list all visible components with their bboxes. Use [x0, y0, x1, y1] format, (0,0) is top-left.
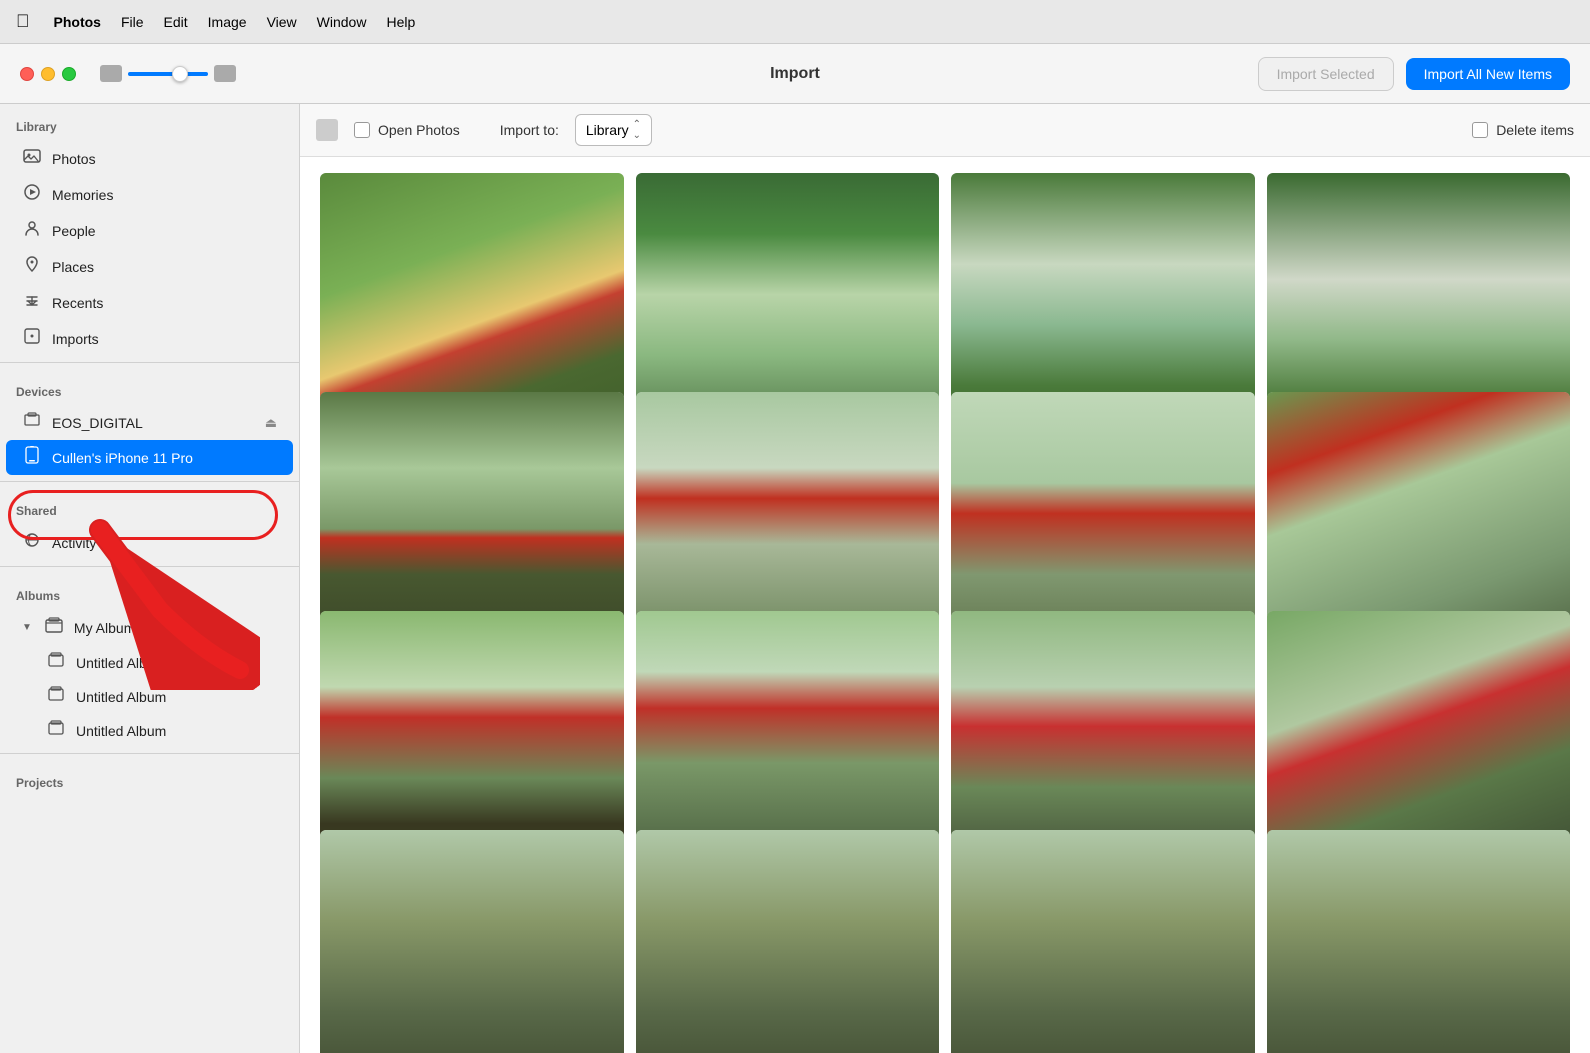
maximize-button[interactable]	[62, 67, 76, 81]
photos-label: Photos	[52, 151, 96, 167]
places-label: Places	[52, 259, 94, 275]
recents-label: Recents	[52, 295, 103, 311]
sidebar-item-photos[interactable]: Photos	[6, 141, 293, 176]
menu-bar:  Photos File Edit Image View Window Hel…	[0, 0, 1590, 44]
iphone-icon	[22, 446, 42, 469]
minimize-button[interactable]	[41, 67, 55, 81]
toolbar: Import Import Selected Import All New It…	[0, 44, 1590, 104]
photo-cell-13[interactable]	[320, 830, 624, 1053]
sidebar-item-album3[interactable]: Untitled Album	[6, 714, 293, 747]
photo-cell-14[interactable]	[636, 830, 940, 1053]
photo-cell-15[interactable]	[951, 830, 1255, 1053]
sidebar-item-album2[interactable]: Untitled Album	[6, 680, 293, 713]
myalbums-icon	[44, 616, 64, 639]
open-photos-label: Open Photos	[378, 122, 460, 138]
toolbar-left	[20, 65, 236, 82]
albums-section-label: Albums	[0, 573, 299, 609]
expand-icon: ▼	[22, 622, 32, 633]
import-bar: Open Photos Import to: Library ⌃⌄ Delete…	[300, 104, 1590, 157]
people-label: People	[52, 223, 96, 239]
divider-4	[0, 753, 299, 754]
activity-label: Activity	[52, 535, 96, 551]
sidebar-item-memories[interactable]: Memories	[6, 177, 293, 212]
imports-label: Imports	[52, 331, 99, 347]
import-all-button[interactable]: Import All New Items	[1406, 58, 1570, 90]
eos-label: EOS_DIGITAL	[52, 415, 143, 431]
open-photos-checkbox[interactable]	[354, 122, 370, 138]
shared-section-label: Shared	[0, 488, 299, 524]
album3-icon	[46, 720, 66, 741]
zoom-slider[interactable]	[128, 72, 208, 76]
activity-icon	[22, 531, 42, 554]
sidebar-item-people[interactable]: People	[6, 213, 293, 248]
apple-logo-icon: 	[16, 11, 30, 32]
toolbar-right: Import Selected Import All New Items	[1258, 57, 1570, 91]
toolbar-title: Import	[770, 65, 820, 83]
eos-icon	[22, 412, 42, 433]
sidebar-item-activity[interactable]: Activity	[6, 525, 293, 560]
zoom-slider-thumb[interactable]	[172, 66, 188, 82]
delete-items-label: Delete items	[1496, 122, 1574, 138]
menu-image[interactable]: Image	[208, 14, 247, 30]
divider-1	[0, 362, 299, 363]
main-layout: Library Photos Memories People Places	[0, 104, 1590, 1053]
sidebar-item-iphone[interactable]: Cullen's iPhone 11 Pro	[6, 440, 293, 475]
window-controls	[20, 67, 76, 81]
divider-2	[0, 481, 299, 482]
import-to-value: Library	[586, 122, 629, 138]
divider-3	[0, 566, 299, 567]
iphone-label: Cullen's iPhone 11 Pro	[52, 450, 193, 466]
sidebar-toggle-area	[100, 65, 236, 82]
sidebar-item-eos[interactable]: EOS_DIGITAL ⏏	[6, 406, 293, 439]
menu-window[interactable]: Window	[317, 14, 367, 30]
menu-file[interactable]: File	[121, 14, 144, 30]
recents-icon	[22, 291, 42, 314]
places-icon	[22, 255, 42, 278]
album1-label: Untitled Album	[76, 655, 166, 671]
sidebar-item-imports[interactable]: Imports	[6, 321, 293, 356]
photo-grid	[300, 157, 1590, 1053]
sidebar-toggle-icon[interactable]	[100, 65, 122, 82]
dropdown-chevrons-icon: ⌃⌄	[633, 119, 641, 141]
album2-label: Untitled Album	[76, 689, 166, 705]
projects-section-label: Projects	[0, 760, 299, 796]
people-icon	[22, 219, 42, 242]
delete-items-area: Delete items	[1472, 122, 1574, 138]
import-selected-button[interactable]: Import Selected	[1258, 57, 1394, 91]
album1-icon	[46, 652, 66, 673]
menu-edit[interactable]: Edit	[164, 14, 188, 30]
library-section-label: Library	[0, 104, 299, 140]
imports-icon	[22, 327, 42, 350]
sidebar: Library Photos Memories People Places	[0, 104, 300, 1053]
import-to-dropdown[interactable]: Library ⌃⌄	[575, 114, 652, 146]
content-area: Open Photos Import to: Library ⌃⌄ Delete…	[300, 104, 1590, 1053]
device-icon-small	[316, 119, 338, 141]
photo-cell-16[interactable]	[1267, 830, 1571, 1053]
sidebar-item-recents[interactable]: Recents	[6, 285, 293, 320]
devices-section-label: Devices	[0, 369, 299, 405]
grid-size-icon[interactable]	[214, 65, 236, 82]
delete-items-checkbox[interactable]	[1472, 122, 1488, 138]
myalbums-label: My Albums	[74, 620, 142, 636]
sidebar-item-myalbums[interactable]: ▼ My Albums	[6, 610, 293, 645]
eject-icon[interactable]: ⏏	[265, 415, 277, 431]
album2-icon	[46, 686, 66, 707]
sidebar-item-places[interactable]: Places	[6, 249, 293, 284]
menu-help[interactable]: Help	[386, 14, 415, 30]
close-button[interactable]	[20, 67, 34, 81]
album3-label: Untitled Album	[76, 723, 166, 739]
sidebar-item-album1[interactable]: Untitled Album	[6, 646, 293, 679]
import-to-label: Import to:	[500, 122, 559, 138]
menu-photos[interactable]: Photos	[54, 14, 101, 30]
menu-view[interactable]: View	[267, 14, 297, 30]
memories-icon	[22, 183, 42, 206]
memories-label: Memories	[52, 187, 113, 203]
open-photos-area: Open Photos	[354, 122, 460, 138]
photos-icon	[22, 147, 42, 170]
